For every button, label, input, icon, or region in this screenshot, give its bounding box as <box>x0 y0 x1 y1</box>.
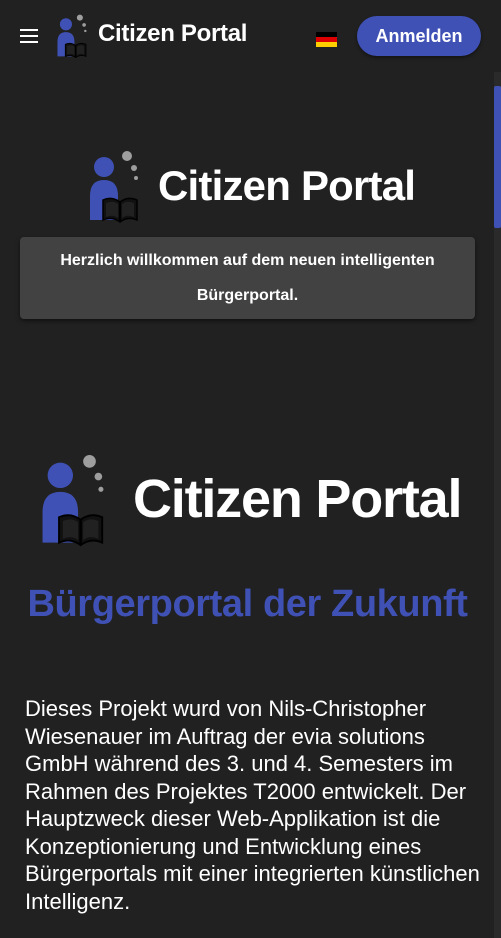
welcome-message: Herzlich willkommen auf dem neuen intell… <box>60 252 435 304</box>
about-logo-text: Citizen Portal <box>133 469 462 529</box>
about-logo-icon <box>40 453 106 551</box>
page: Citizen Portal Anmelden Citizen Portal H… <box>0 0 501 938</box>
login-button[interactable]: Anmelden <box>357 16 481 56</box>
brand-name: Citizen Portal <box>98 20 248 47</box>
hero-logo-icon <box>88 150 140 226</box>
citizen-portal-logo-icon <box>54 14 90 60</box>
flag-de-icon[interactable] <box>316 32 337 47</box>
headline: Bürgerportal der Zukunft <box>27 583 468 625</box>
welcome-card: Herzlich willkommen auf dem neuen intell… <box>20 237 475 319</box>
menu-icon[interactable] <box>16 24 44 48</box>
app-bar: Citizen Portal Anmelden <box>0 0 501 72</box>
hero-logo-text: Citizen Portal <box>158 162 416 209</box>
project-description: Dieses Projekt wurd von Nils-Christopher… <box>25 696 480 914</box>
scrollbar-thumb[interactable] <box>494 86 501 228</box>
